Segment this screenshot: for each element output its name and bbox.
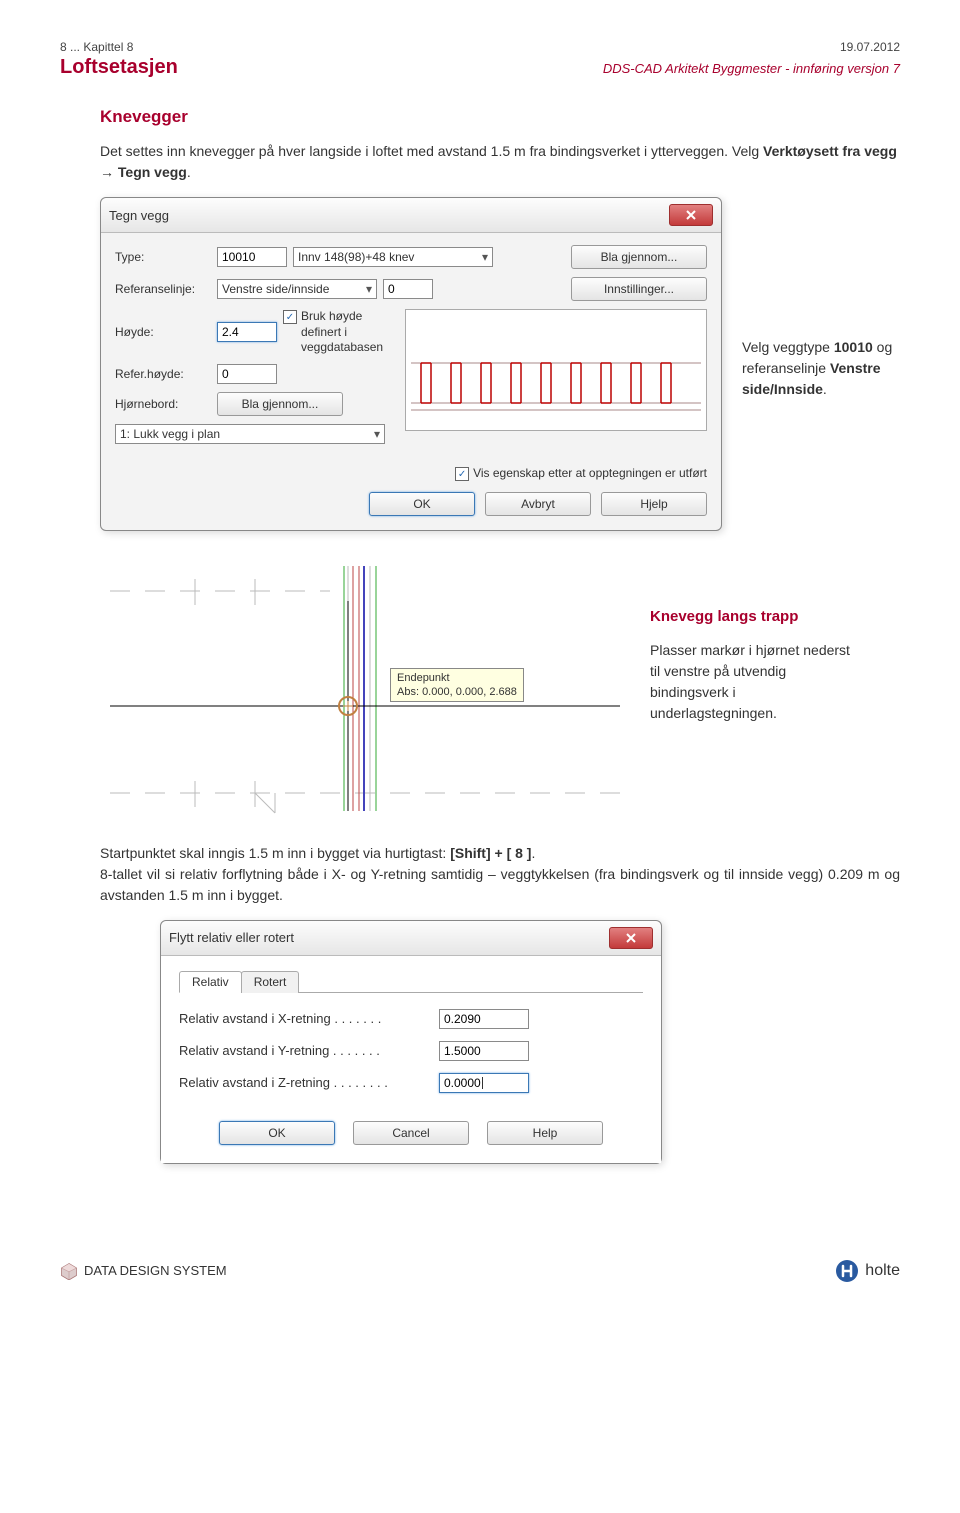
avbryt-button[interactable]: Avbryt — [485, 492, 591, 516]
tab-rotert[interactable]: Rotert — [241, 971, 300, 993]
ref-label: Referanselinje: — [115, 282, 211, 296]
hoyde-input[interactable]: 2.4 — [217, 322, 277, 342]
x-label: Relativ avstand i X-retning . . . . . . … — [179, 1011, 429, 1026]
innstillinger-button[interactable]: Innstillinger... — [571, 277, 707, 301]
type-label: Type: — [115, 250, 211, 264]
veggtype-caption: Velg veggtype 10010 og referanselinje Ve… — [742, 337, 900, 400]
date-label: 19.07.2012 — [840, 40, 900, 54]
knevegg-subheading: Knevegg langs trapp — [650, 606, 855, 629]
hjelp-button[interactable]: Hjelp — [601, 492, 707, 516]
section-heading: Knevegger — [100, 107, 900, 127]
snap-tooltip: Endepunkt Abs: 0.000, 0.000, 2.688 — [390, 668, 524, 703]
vis-egenskap-checkbox[interactable]: ✓Vis egenskap etter at opptegningen er u… — [455, 466, 707, 482]
z-input[interactable]: 0.0000 — [439, 1073, 529, 1093]
wall-preview — [405, 309, 707, 431]
close-icon[interactable] — [609, 927, 653, 949]
close-icon[interactable] — [669, 204, 713, 226]
intro-paragraph: Det settes inn knevegger på hver langsid… — [100, 141, 900, 183]
y-label: Relativ avstand i Y-retning . . . . . . … — [179, 1043, 429, 1058]
dialog2-title: Flytt relativ eller rotert — [169, 930, 294, 945]
tab-relativ[interactable]: Relativ — [179, 971, 242, 993]
ok-button[interactable]: OK — [369, 492, 475, 516]
dialog-title: Tegn vegg — [109, 208, 169, 223]
chapter-label: 8 ... Kapittel 8 — [60, 40, 133, 54]
hjorne-label: Hjørnebord: — [115, 397, 211, 411]
page-title: Loftsetasjen — [60, 56, 178, 79]
plan-caption: Knevegg langs trapp Plasser markør i hjø… — [650, 606, 855, 725]
x-input[interactable]: 0.2090 — [439, 1009, 529, 1029]
bla-gjennom-button[interactable]: Bla gjennom... — [571, 245, 707, 269]
y-input[interactable]: 1.5000 — [439, 1041, 529, 1061]
dds-logo-icon — [60, 1262, 78, 1280]
footer-left: DATA DESIGN SYSTEM — [60, 1262, 227, 1280]
ref-offset-input[interactable]: 0 — [383, 279, 433, 299]
holte-logo-icon — [835, 1259, 859, 1283]
refhoyde-input[interactable]: 0 — [217, 364, 277, 384]
page-subtitle: DDS-CAD Arkitekt Byggmester - innføring … — [603, 61, 900, 76]
shortcut-paragraph: Startpunktet skal inngis 1.5 m inn i byg… — [100, 843, 900, 906]
ref-dropdown[interactable]: Venstre side/innside — [217, 279, 377, 299]
ok-button[interactable]: OK — [219, 1121, 335, 1145]
hoyde-label: Høyde: — [115, 325, 211, 339]
refhoyde-label: Refer.høyde: — [115, 367, 211, 381]
help-button[interactable]: Help — [487, 1121, 603, 1145]
z-label: Relativ avstand i Z-retning . . . . . . … — [179, 1075, 429, 1090]
cancel-button[interactable]: Cancel — [353, 1121, 469, 1145]
type-desc-dropdown[interactable]: Innv 148(98)+48 knev — [293, 247, 493, 267]
flytt-dialog: Flytt relativ eller rotert Relativ Roter… — [160, 920, 662, 1164]
tegn-vegg-dialog: Tegn vegg Type: 10010 Innv 148(98)+48 kn… — [100, 197, 722, 531]
hjornebord-button[interactable]: Bla gjennom... — [217, 392, 343, 416]
type-code-input[interactable]: 10010 — [217, 247, 287, 267]
bruk-hoyde-checkbox[interactable]: ✓Bruk høyde definert i veggdatabasen — [283, 309, 393, 356]
footer-right: holte — [835, 1259, 900, 1283]
lukk-dropdown[interactable]: 1: Lukk vegg i plan — [115, 424, 385, 444]
plan-drawing: Endepunkt Abs: 0.000, 0.000, 2.688 — [100, 561, 630, 821]
